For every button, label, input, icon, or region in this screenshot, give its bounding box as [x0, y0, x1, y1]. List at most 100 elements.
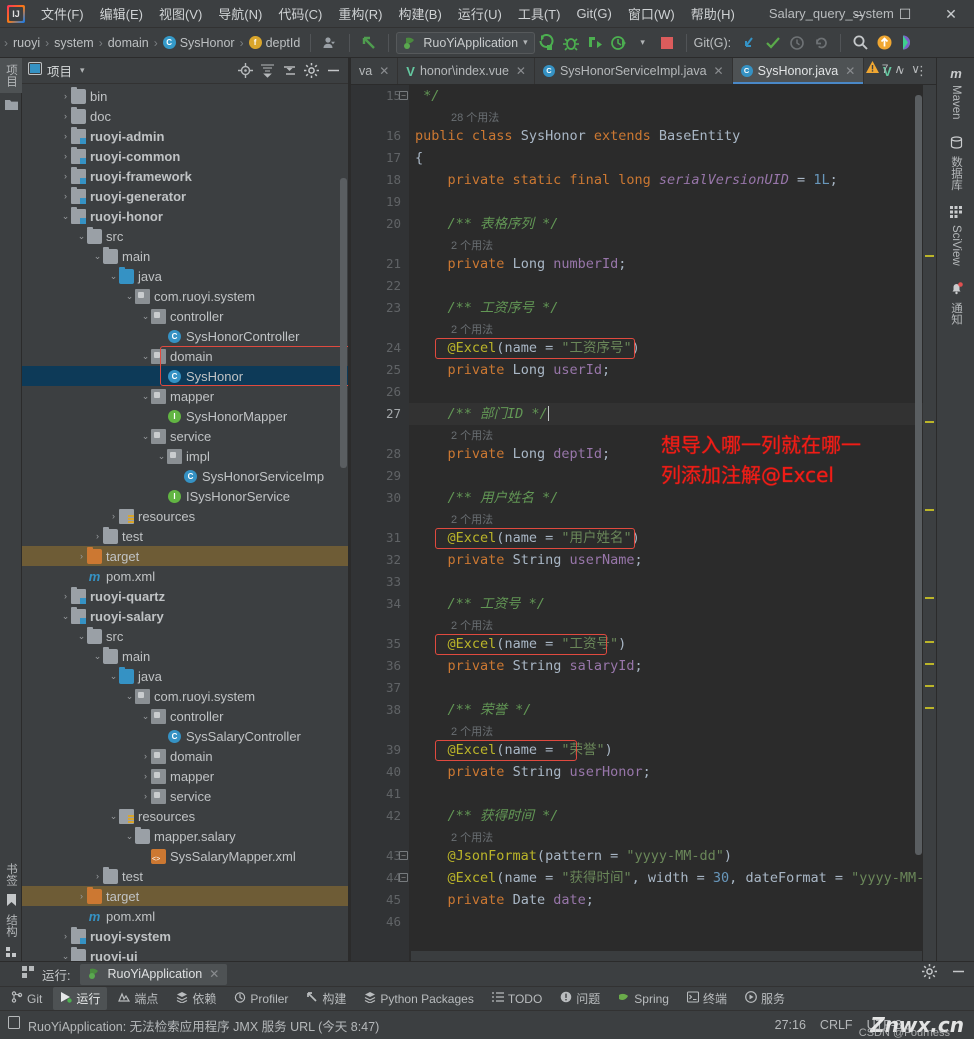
close-icon[interactable]: ✕ — [516, 64, 526, 78]
chevron-down-icon[interactable]: ▾ — [80, 65, 85, 76]
caret-position[interactable]: 27:16 — [775, 1018, 806, 1032]
project-tree-scrollbar[interactable] — [340, 178, 347, 468]
editor-gutter[interactable]: 15−1617181920212223242526272829303132333… — [351, 85, 409, 961]
menu-build[interactable]: 构建(B) — [390, 1, 449, 26]
tree-item-isyshonorservice[interactable]: IISysHonorService — [22, 486, 348, 506]
menu-run[interactable]: 运行(U) — [450, 1, 510, 26]
expand-arrow-icon[interactable]: ⌄ — [156, 451, 167, 462]
editor-tab-syshonor-java[interactable]: CSysHonor.java✕ — [733, 58, 865, 84]
tool-window-button-spring[interactable]: Spring — [611, 988, 676, 1009]
tree-item-ruoyi-common[interactable]: ›ruoyi-common — [22, 146, 348, 166]
tree-item-resources[interactable]: ›resources — [22, 506, 348, 526]
fold-marker-icon[interactable]: − — [399, 873, 408, 882]
ai-assistant-icon[interactable] — [898, 33, 918, 53]
tool-window-button--[interactable]: 服务 — [738, 987, 792, 1010]
run-tab-ruoyiapplication[interactable]: RuoYiApplication ✕ — [80, 964, 227, 985]
code-line[interactable]: /** 获得时间 */ — [415, 805, 558, 827]
close-icon[interactable]: ✕ — [714, 64, 724, 78]
hide-panel-icon[interactable] — [951, 964, 966, 984]
expand-arrow-icon[interactable]: ⌄ — [76, 231, 87, 242]
next-problem-icon[interactable]: ∨ — [911, 62, 920, 76]
close-icon[interactable]: ✕ — [845, 64, 855, 78]
tool-button-database[interactable]: 数据库 — [937, 128, 974, 199]
expand-arrow-icon[interactable]: ⌄ — [92, 251, 103, 262]
expand-arrow-icon[interactable]: ⌄ — [108, 271, 119, 282]
tree-item-target[interactable]: ›target — [22, 886, 348, 906]
locate-icon[interactable] — [235, 61, 255, 81]
code-line[interactable]: private Long deptId; — [415, 443, 610, 465]
tree-item-syssalarymapper-xml[interactable]: SysSalaryMapper.xml — [22, 846, 348, 866]
git-update-icon[interactable] — [739, 33, 759, 53]
expand-arrow-icon[interactable]: › — [140, 751, 151, 761]
git-history-icon[interactable] — [787, 33, 807, 53]
coverage-icon[interactable] — [585, 33, 605, 53]
settings-icon[interactable] — [922, 964, 937, 984]
editor-vertical-scrollbar[interactable] — [915, 95, 922, 855]
code-line[interactable]: private Date date; — [415, 889, 594, 911]
tool-button-structure[interactable]: 结构 — [0, 908, 22, 943]
tree-item-syshonor[interactable]: CSysHonor — [22, 366, 348, 386]
git-commit-icon[interactable] — [763, 33, 783, 53]
tool-window-button-profiler[interactable]: Profiler — [227, 988, 295, 1009]
tree-item-service[interactable]: ⌄service — [22, 426, 348, 446]
expand-arrow-icon[interactable]: ⌄ — [92, 651, 103, 662]
breadcrumb-ruoyi[interactable]: ruoyi — [10, 35, 43, 51]
tree-item-domain[interactable]: ⌄domain — [22, 346, 348, 366]
tool-window-button-todo[interactable]: TODO — [485, 988, 549, 1009]
code-line[interactable]: /** 工资号 */ — [415, 593, 545, 615]
breadcrumb-deptid[interactable]: fdeptId — [246, 35, 304, 51]
expand-arrow-icon[interactable]: › — [60, 111, 71, 121]
inspection-widget[interactable]: 7 ∧ ∨ — [866, 61, 920, 76]
editor-warning-strip[interactable] — [923, 85, 936, 961]
folder-icon[interactable] — [0, 93, 22, 115]
tree-item-doc[interactable]: ›doc — [22, 106, 348, 126]
tree-item-ruoyi-admin[interactable]: ›ruoyi-admin — [22, 126, 348, 146]
expand-arrow-icon[interactable]: ⌄ — [124, 291, 135, 302]
minimize-button[interactable]: – — [836, 0, 882, 28]
expand-arrow-icon[interactable]: › — [140, 771, 151, 781]
tool-window-button--[interactable]: 依赖 — [169, 987, 223, 1010]
expand-arrow-icon[interactable]: ⌄ — [108, 811, 119, 822]
code-line[interactable]: */ — [415, 85, 439, 107]
git-menu-label[interactable]: Git(G): — [694, 36, 732, 50]
expand-arrow-icon[interactable]: ⌄ — [60, 951, 71, 962]
tree-item-syssalarycontroller[interactable]: CSysSalaryController — [22, 726, 348, 746]
close-icon[interactable]: ✕ — [379, 64, 389, 78]
code-line[interactable]: { — [415, 147, 423, 169]
hide-panel-icon[interactable] — [323, 61, 343, 81]
tree-item-syshonormapper[interactable]: ISysHonorMapper — [22, 406, 348, 426]
collapse-all-icon[interactable] — [279, 61, 299, 81]
tree-item-mapper[interactable]: ›mapper — [22, 766, 348, 786]
expand-arrow-icon[interactable]: › — [60, 171, 71, 181]
code-line[interactable]: public class SysHonor extends BaseEntity — [415, 125, 740, 147]
tree-item-mapper-salary[interactable]: ⌄mapper.salary — [22, 826, 348, 846]
expand-arrow-icon[interactable]: › — [60, 91, 71, 101]
fold-marker-icon[interactable]: − — [399, 91, 408, 100]
run-configuration-selector[interactable]: RuoYiApplication ▾ — [396, 32, 534, 54]
code-line[interactable]: /** 工资序号 */ — [415, 297, 558, 319]
code-line[interactable]: @JsonFormat(pattern = "yyyy-MM-dd") — [415, 845, 732, 867]
tree-item-mapper[interactable]: ⌄mapper — [22, 386, 348, 406]
menu-help[interactable]: 帮助(H) — [683, 1, 743, 26]
profile-icon[interactable] — [320, 33, 340, 53]
tool-window-button--[interactable]: 构建 — [299, 987, 353, 1010]
close-icon[interactable]: ✕ — [209, 967, 219, 981]
menu-edit[interactable]: 编辑(E) — [92, 1, 151, 26]
git-rollback-icon[interactable] — [811, 33, 831, 53]
tool-window-button--[interactable]: 运行 — [53, 987, 107, 1010]
search-icon[interactable] — [850, 33, 870, 53]
code-editor[interactable]: 15−1617181920212223242526272829303132333… — [351, 85, 936, 961]
event-log-icon[interactable] — [8, 1016, 20, 1034]
chevron-down-icon[interactable]: ▾ — [633, 33, 653, 53]
code-line[interactable]: /** 部门ID */ — [415, 403, 549, 425]
tree-item-controller[interactable]: ⌄controller — [22, 706, 348, 726]
tool-button-project[interactable]: 项目 — [0, 58, 22, 93]
tree-item-test[interactable]: ›test — [22, 866, 348, 886]
expand-arrow-icon[interactable]: › — [60, 131, 71, 141]
tree-item-pom-xml[interactable]: mpom.xml — [22, 906, 348, 926]
code-line[interactable]: @Excel(name = "工资序号") — [415, 337, 640, 359]
editor-tab-honor-index-vue[interactable]: Vhonor\index.vue✕ — [398, 58, 535, 84]
tree-item-resources[interactable]: ⌄resources — [22, 806, 348, 826]
tree-item-ruoyi-quartz[interactable]: ›ruoyi-quartz — [22, 586, 348, 606]
breadcrumb-domain[interactable]: domain — [105, 35, 152, 51]
